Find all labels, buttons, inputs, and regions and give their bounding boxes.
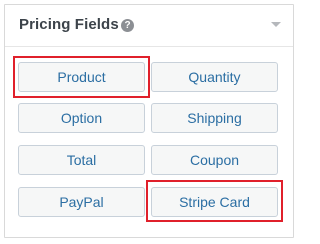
panel-title: Pricing Fields: [19, 16, 119, 33]
shipping-button[interactable]: Shipping: [151, 103, 278, 133]
product-button[interactable]: Product: [18, 62, 145, 92]
quantity-button[interactable]: Quantity: [151, 62, 278, 92]
panel-header[interactable]: Pricing Fields ?: [5, 5, 293, 47]
pricing-fields-panel: Pricing Fields ? Product Quantity Option…: [4, 4, 294, 238]
caret-down-icon[interactable]: [271, 22, 281, 27]
paypal-button[interactable]: PayPal: [18, 187, 145, 217]
help-icon[interactable]: ?: [121, 19, 134, 32]
stripe-card-button[interactable]: Stripe Card: [151, 187, 278, 217]
option-button[interactable]: Option: [18, 103, 145, 133]
coupon-button[interactable]: Coupon: [151, 145, 278, 175]
total-button[interactable]: Total: [18, 145, 145, 175]
